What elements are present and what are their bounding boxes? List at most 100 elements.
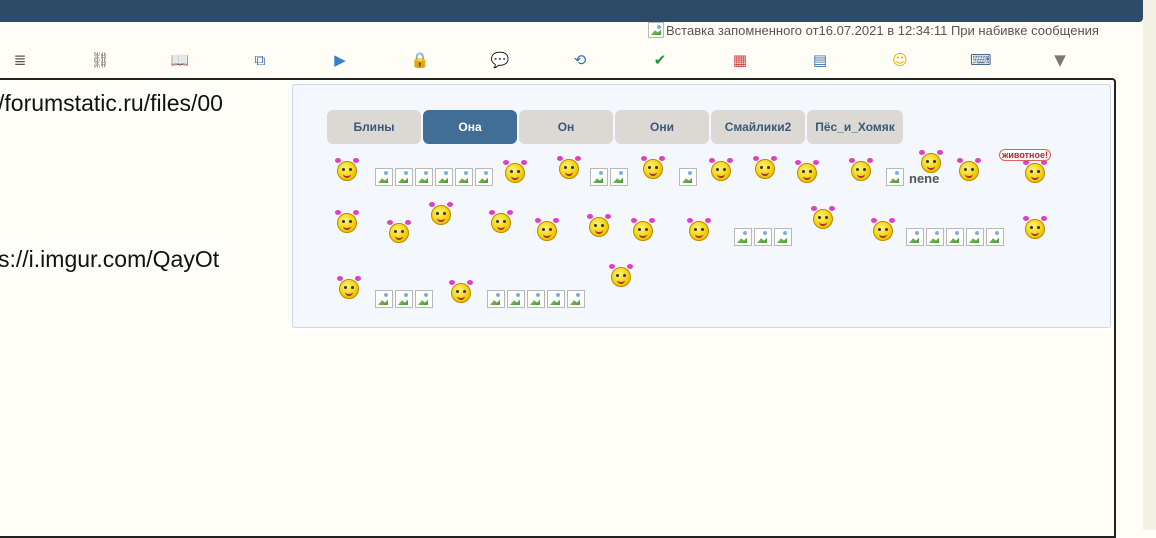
smiley-broken-image[interactable] [754, 227, 774, 247]
smiley-broken-image[interactable] [610, 167, 630, 187]
smiley-item[interactable] [809, 206, 837, 231]
smiley-caption: nene [909, 171, 940, 186]
broken-image-icon [774, 228, 792, 246]
smiley-item[interactable] [847, 158, 875, 183]
smiley-item[interactable] [385, 220, 413, 245]
check-icon[interactable]: ✔ [650, 50, 670, 70]
smiley-item[interactable] [333, 210, 361, 235]
smiley-item[interactable] [447, 280, 475, 305]
smiley-item[interactable] [707, 158, 735, 183]
smiley-item[interactable] [751, 156, 779, 181]
smiley-item[interactable] [585, 214, 613, 239]
align-icon[interactable]: ≣ [10, 50, 30, 70]
tab-6[interactable]: Пёс_и_Хомяк [807, 110, 903, 144]
copy-icon[interactable]: ⧉ [250, 50, 270, 70]
smiley-broken-image[interactable] [375, 167, 395, 187]
smiley-face-icon [489, 210, 513, 233]
smiley-broken-image[interactable] [590, 167, 610, 187]
smiley-broken-image[interactable] [926, 227, 946, 247]
tab-5[interactable]: Смайлики2 [711, 110, 805, 144]
smiley-item[interactable] [869, 218, 897, 243]
smiley-broken-image[interactable] [567, 289, 587, 309]
book-icon[interactable]: 📖 [170, 50, 190, 70]
smiley-broken-image[interactable] [986, 227, 1006, 247]
speech-icon[interactable]: 💬 [490, 50, 510, 70]
smiley-item[interactable] [333, 158, 361, 183]
smiley-icon[interactable]: ☺ [890, 50, 910, 70]
smiley-item[interactable] [501, 160, 529, 185]
smiley-broken-image[interactable] [415, 289, 435, 309]
smiley-broken-image[interactable] [679, 167, 699, 187]
smiley-face-icon [503, 160, 527, 183]
tab-1[interactable]: Блины [327, 110, 421, 144]
broken-image-icon [648, 22, 664, 38]
smiley-broken-image[interactable] [734, 227, 754, 247]
broken-image-icon [590, 168, 608, 186]
smiley-item[interactable] [555, 156, 583, 181]
smiley-item[interactable] [1021, 160, 1049, 185]
smiley-item[interactable] [629, 218, 657, 243]
broken-image-icon [679, 168, 697, 186]
smiley-item[interactable] [533, 218, 561, 243]
lock-icon[interactable]: 🔒 [410, 50, 430, 70]
smiley-broken-image[interactable] [475, 167, 495, 187]
smiley-broken-image[interactable] [507, 289, 527, 309]
smiley-item[interactable] [335, 276, 363, 301]
broken-image-icon [926, 228, 944, 246]
broken-image-icon [547, 290, 565, 308]
smiley-item[interactable] [487, 210, 515, 235]
smiley-item[interactable] [685, 218, 713, 243]
smiley-broken-image[interactable] [487, 289, 507, 309]
smiley-broken-image[interactable] [886, 167, 906, 187]
smiley-broken-image[interactable] [774, 227, 794, 247]
broken-image-icon [610, 168, 628, 186]
smiley-face-icon [429, 202, 453, 225]
palette-icon[interactable]: ▦ [730, 50, 750, 70]
editor-toolbar: ≣ ⛓ 📖 ⧉ ▶ 🔒 💬 ⟲ ✔ ▦ ▤ ☺ ⌨ ▼ [0, 46, 1120, 74]
smiley-broken-image[interactable] [547, 289, 567, 309]
right-margin [1143, 0, 1156, 530]
smiley-broken-image[interactable] [435, 167, 455, 187]
tab-3[interactable]: Он [519, 110, 613, 144]
smiley-item[interactable] [607, 264, 635, 289]
smiley-item[interactable] [793, 160, 821, 185]
smiley-face-icon [387, 220, 411, 243]
smiley-item[interactable] [639, 156, 667, 181]
broken-image-icon [395, 168, 413, 186]
smiley-broken-image[interactable] [946, 227, 966, 247]
editor-text-line-1: /forumstatic.ru/files/00 [0, 90, 223, 116]
broken-image-icon [375, 168, 393, 186]
smiley-broken-image[interactable] [906, 227, 926, 247]
smiley-item[interactable] [1021, 216, 1049, 241]
smiley-broken-image[interactable] [966, 227, 986, 247]
link-icon[interactable]: ⛓ [90, 50, 110, 70]
smiley-broken-image[interactable] [455, 167, 475, 187]
smiley-broken-image[interactable] [375, 289, 395, 309]
smiley-item[interactable] [955, 158, 983, 183]
smiley-face-icon [587, 214, 611, 237]
smiley-broken-image[interactable] [415, 167, 435, 187]
broken-image-icon [395, 290, 413, 308]
smiley-face-icon [1023, 216, 1047, 239]
tab-4[interactable]: Они [615, 110, 709, 144]
play-icon[interactable]: ▶ [330, 50, 350, 70]
table-icon[interactable]: ▤ [810, 50, 830, 70]
broken-image-icon [415, 290, 433, 308]
smiley-item[interactable] [427, 202, 455, 227]
refresh-icon[interactable]: ⟲ [570, 50, 590, 70]
broken-image-icon [754, 228, 772, 246]
keyboard-icon[interactable]: ⌨ [970, 50, 992, 70]
smiley-broken-image[interactable] [395, 289, 415, 309]
broken-image-icon [375, 290, 393, 308]
draft-notice[interactable]: Вставка запомненного от16.07.2021 в 12:3… [648, 21, 1099, 39]
broken-image-icon [946, 228, 964, 246]
smiley-face-icon [709, 158, 733, 181]
smiley-broken-image[interactable] [395, 167, 415, 187]
smiley-face-icon [641, 156, 665, 179]
broken-image-icon [415, 168, 433, 186]
tab-2[interactable]: Она [423, 110, 517, 144]
smiley-face-icon [811, 206, 835, 229]
smiley-face-icon [337, 276, 361, 299]
dropdown-icon[interactable]: ▼ [1050, 50, 1070, 70]
smiley-broken-image[interactable] [527, 289, 547, 309]
